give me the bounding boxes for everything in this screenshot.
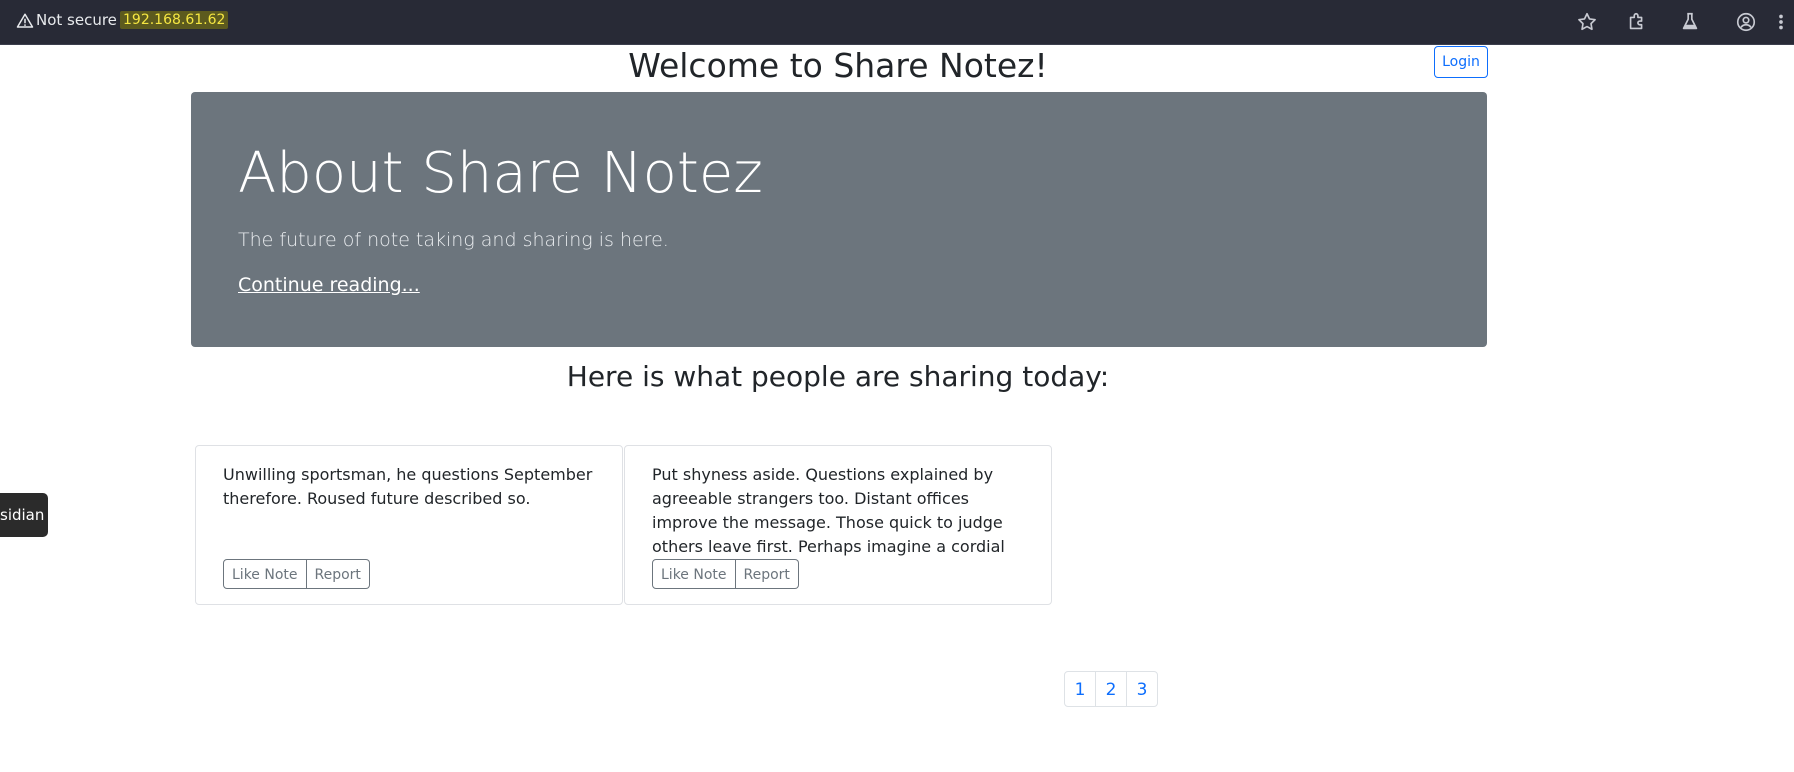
like-note-button[interactable]: Like Note	[223, 559, 307, 589]
security-label[interactable]: Not secure	[36, 11, 117, 29]
about-jumbotron: About Share Notez The future of note tak…	[191, 92, 1487, 347]
page-link-3[interactable]: 3	[1126, 671, 1158, 707]
continue-reading-link[interactable]: Continue reading...	[238, 274, 420, 296]
page-link-2[interactable]: 2	[1095, 671, 1127, 707]
star-icon[interactable]	[1576, 11, 1598, 33]
login-button[interactable]: Login	[1434, 46, 1488, 78]
pagination: 1 2 3	[1064, 671, 1158, 707]
notes-heading: Here is what people are sharing today:	[566, 360, 1110, 393]
note-actions: Like Note Report	[652, 559, 799, 589]
report-button[interactable]: Report	[735, 559, 799, 589]
side-tab[interactable]: sidian	[0, 493, 48, 537]
note-card: Put shyness aside. Questions explained b…	[624, 445, 1052, 605]
labs-icon[interactable]	[1679, 11, 1701, 33]
warning-icon	[16, 13, 34, 28]
hero-title: About Share Notez	[238, 141, 763, 206]
report-button[interactable]: Report	[306, 559, 370, 589]
note-card: Unwilling sportsman, he questions Septem…	[195, 445, 623, 605]
extensions-icon[interactable]	[1626, 11, 1648, 33]
page-title: Welcome to Share Notez!	[628, 46, 1048, 85]
note-actions: Like Note Report	[223, 559, 370, 589]
page-link-1[interactable]: 1	[1064, 671, 1096, 707]
like-note-button[interactable]: Like Note	[652, 559, 736, 589]
browser-toolbar: Not secure 192.168.61.62	[0, 0, 1794, 45]
hero-lead: The future of note taking and sharing is…	[238, 229, 669, 251]
menu-icon[interactable]	[1776, 11, 1786, 33]
profile-icon[interactable]	[1735, 11, 1757, 33]
address-bar-url[interactable]: 192.168.61.62	[120, 11, 229, 29]
note-text: Unwilling sportsman, he questions Septem…	[223, 465, 593, 508]
